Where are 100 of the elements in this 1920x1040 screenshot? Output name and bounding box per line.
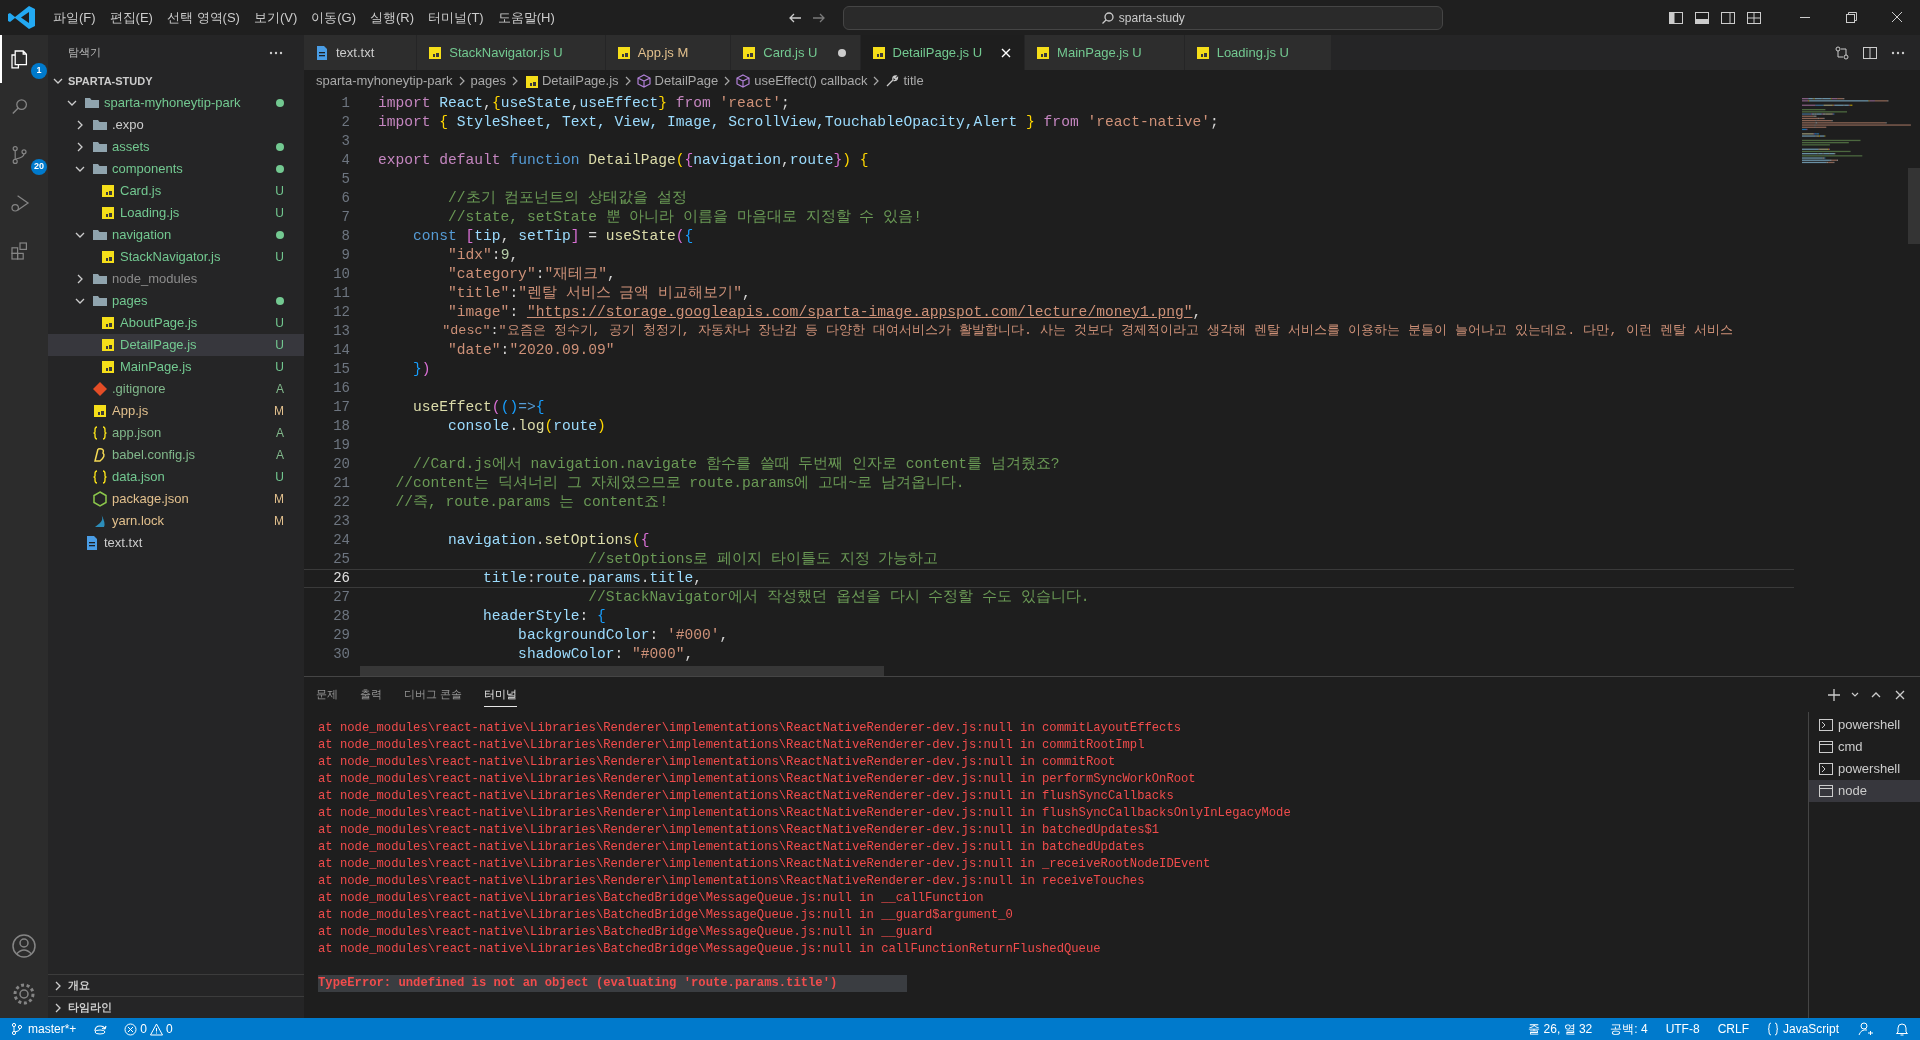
breadcrumb-item[interactable]: DetailPage.js xyxy=(524,71,619,91)
panel-tab[interactable]: 문제 xyxy=(316,682,338,707)
status-item[interactable]: CRLF xyxy=(1708,1020,1758,1038)
explorer-section-header[interactable]: SPARTA-STUDY xyxy=(48,70,304,92)
tree-item[interactable]: navigation xyxy=(48,224,304,246)
editor-tab[interactable]: Loading.js U xyxy=(1184,35,1332,70)
git-branch-status[interactable]: master*+ xyxy=(0,1020,87,1038)
tree-item[interactable]: DetailPage.js U xyxy=(48,334,304,356)
tree-item[interactable]: sparta-myhoneytip-park xyxy=(48,92,304,114)
panel-tab[interactable]: 터미널 xyxy=(484,681,518,708)
status-item[interactable]: UTF-8 xyxy=(1656,1020,1709,1038)
editor-tab[interactable]: StackNavigator.js U xyxy=(417,35,606,70)
menu-item[interactable]: 실행(R) xyxy=(363,3,422,32)
braces-icon xyxy=(92,425,108,441)
command-center-search[interactable]: sparta-study xyxy=(842,5,1443,30)
menu-item[interactable]: 파일(F) xyxy=(46,3,103,32)
editor-tab[interactable]: MainPage.js U xyxy=(1025,35,1185,70)
status-item[interactable]: 공백: 4 xyxy=(1601,1020,1657,1038)
branch-icon xyxy=(10,1022,24,1036)
tree-item[interactable]: App.js M xyxy=(48,400,304,422)
breadcrumb-item[interactable]: DetailPage xyxy=(636,71,719,91)
tree-item[interactable]: yarn.lock M xyxy=(48,510,304,532)
tree-item[interactable]: StackNavigator.js U xyxy=(48,246,304,268)
terminal-line: at node_modules\react-native\Libraries\BatchedBridge\MessageQueue.js:null in __guard xyxy=(318,924,934,941)
terminal-list-item[interactable]: node xyxy=(1809,780,1920,802)
js-file-icon xyxy=(615,44,632,61)
tree-item[interactable]: data.json U xyxy=(48,466,304,488)
line-number: 27 xyxy=(332,588,351,607)
sidebar-layout-icon[interactable] xyxy=(1668,9,1684,26)
horizontal-scrollbar-thumb[interactable] xyxy=(360,666,884,676)
document-icon xyxy=(314,44,330,61)
breadcrumb-item[interactable]: sparta-myhoneytip-park xyxy=(316,71,453,91)
terminal-list-item[interactable]: powershell xyxy=(1809,758,1920,780)
split-layout-icon[interactable] xyxy=(1720,9,1736,26)
editor-tab[interactable]: App.js M xyxy=(605,35,732,70)
editor-tab[interactable]: Card.js U xyxy=(731,35,861,70)
cube-icon xyxy=(636,74,651,88)
line-number: 30 xyxy=(332,645,351,664)
editor-tab[interactable]: DetailPage.js U xyxy=(860,35,1026,70)
menu-item[interactable]: 편집(E) xyxy=(102,3,160,32)
editor-tab[interactable]: text.txt xyxy=(304,35,418,70)
status-item[interactable]: 줄 26, 열 32 xyxy=(1519,1020,1602,1038)
code-line: //content는 딕셔너리 그 자체였으므로 route.params에 고대~로 남겨옵니다. xyxy=(394,473,965,493)
terminal-line: at node_modules\react-native\Libraries\Renderer\implementations\ReactNativeRenderer-dev.js:null in flushSyncCallbacksOnlyInLegacyMode xyxy=(318,805,1292,822)
collapsed-section-header[interactable]: 개요 xyxy=(48,974,304,996)
terminal-line: at node_modules\react-native\Libraries\Renderer\implementations\ReactNativeRenderer-dev.js:null in batchedUpdates xyxy=(318,839,1146,856)
account-icon[interactable] xyxy=(10,932,38,960)
terminal-prompt-icon xyxy=(1819,762,1833,776)
panel-layout-icon[interactable] xyxy=(1694,9,1710,26)
line-number: 26 xyxy=(332,569,351,588)
bell-icon[interactable] xyxy=(1894,1021,1910,1037)
compare-changes-icon[interactable] xyxy=(1834,44,1850,61)
breadcrumb-item[interactable]: title xyxy=(885,71,924,91)
js-file-icon xyxy=(1035,44,1052,61)
line-number: 8 xyxy=(340,227,351,246)
folder-icon xyxy=(92,293,108,309)
breadcrumb-item[interactable]: useEffect() callback xyxy=(736,71,868,91)
tree-item[interactable]: package.json M xyxy=(48,488,304,510)
line-number: 20 xyxy=(332,455,351,474)
tree-item[interactable]: app.json A xyxy=(48,422,304,444)
plus-icon[interactable] xyxy=(1826,686,1842,703)
js-file-icon xyxy=(741,44,758,61)
tree-item[interactable]: Loading.js U xyxy=(48,202,304,224)
problems-status[interactable]: 0 0 xyxy=(114,1020,183,1038)
tree-item[interactable]: assets xyxy=(48,136,304,158)
tree-item[interactable]: .gitignore A xyxy=(48,378,304,400)
line-number: 13 xyxy=(332,322,351,341)
tree-item[interactable]: pages xyxy=(48,290,304,312)
feedback-icon[interactable] xyxy=(1858,1021,1874,1037)
status-item[interactable]: JavaScript xyxy=(1757,1020,1848,1038)
menu-item[interactable]: 보기(V) xyxy=(246,3,305,32)
grid-layout-icon[interactable] xyxy=(1746,9,1762,26)
terminal-list-item[interactable]: cmd xyxy=(1809,736,1920,758)
tree-item[interactable]: babel.config.js A xyxy=(48,444,304,466)
menu-item[interactable]: 터미널(T) xyxy=(421,3,491,32)
panel-tab[interactable]: 디버그 콘솔 xyxy=(404,682,463,707)
js-file-icon xyxy=(92,403,108,419)
split-editor-icon[interactable] xyxy=(1862,44,1878,61)
menu-item[interactable]: 선택 영역(S) xyxy=(159,3,247,32)
tree-item[interactable]: .expo xyxy=(48,114,304,136)
line-number: 15 xyxy=(332,360,351,379)
breadcrumb-item[interactable]: pages xyxy=(470,71,506,91)
babel-icon xyxy=(92,447,108,463)
code-line: "image": "https://storage.googleapis.com/sparta-image.appspot.com/lecture/money1.png", xyxy=(447,302,1202,322)
terminal-list-item[interactable]: powershell xyxy=(1809,714,1920,736)
tree-item[interactable]: Card.js U xyxy=(48,180,304,202)
tree-item[interactable]: text.txt xyxy=(48,532,304,554)
tree-item[interactable]: node_modules xyxy=(48,268,304,290)
line-number: 11 xyxy=(332,284,351,303)
terminal-line: at node_modules\react-native\Libraries\Renderer\implementations\ReactNativeRenderer-dev.js:null in performSyncWorkOnRoot xyxy=(318,771,1197,788)
tree-item[interactable]: AboutPage.js U xyxy=(48,312,304,334)
panel-tab[interactable]: 출력 xyxy=(360,682,382,707)
tree-item[interactable]: components xyxy=(48,158,304,180)
menu-item[interactable]: 이동(G) xyxy=(304,3,364,32)
js-file-icon xyxy=(1194,44,1211,61)
tree-item[interactable]: MainPage.js U xyxy=(48,356,304,378)
line-number: 25 xyxy=(332,550,351,569)
line-number: 7 xyxy=(340,208,351,227)
terminal-line: at node_modules\react-native\Libraries\BatchedBridge\MessageQueue.js:null in callFunctionReturnFlushedQueue xyxy=(318,941,1102,958)
menu-item[interactable]: 도움말(H) xyxy=(490,3,562,32)
